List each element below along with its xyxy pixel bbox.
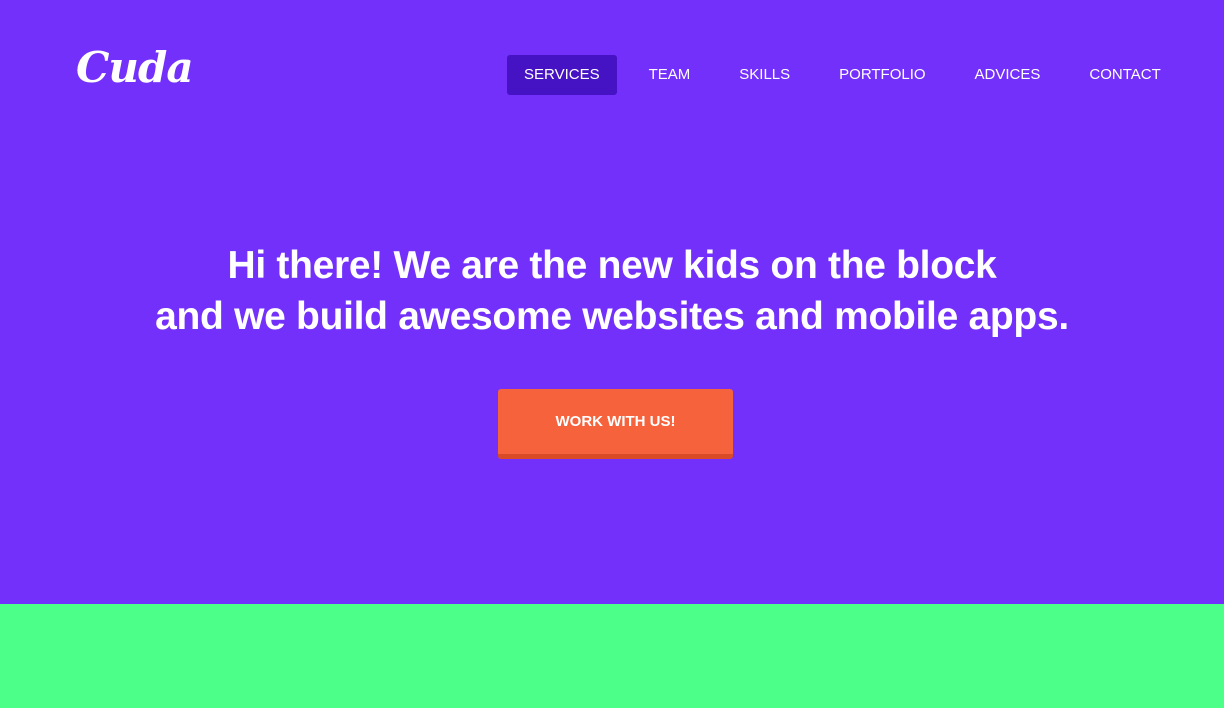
nav-item-advices[interactable]: ADVICES (958, 55, 1058, 95)
nav-item-team[interactable]: TEAM (632, 55, 708, 95)
work-with-us-button[interactable]: WORK WITH US! (498, 389, 733, 459)
main-nav: SERVICES TEAM SKILLS PORTFOLIO ADVICES C… (507, 55, 1178, 95)
nav-item-services[interactable]: SERVICES (507, 55, 617, 95)
cuda-logo[interactable]: Cuda (76, 40, 194, 96)
hero-headline-line2: and we build awesome websites and mobile… (155, 295, 1069, 338)
nav-item-skills[interactable]: SKILLS (722, 55, 807, 95)
hero-headline-line1: Hi there! We are the new kids on the blo… (227, 244, 997, 287)
nav-item-portfolio[interactable]: PORTFOLIO (822, 55, 942, 95)
nav-item-contact[interactable]: CONTACT (1072, 55, 1177, 95)
hero-section: Cuda SERVICES TEAM SKILLS PORTFOLIO ADVI… (0, 0, 1224, 604)
hero-headline: Hi there! We are the new kids on the blo… (0, 240, 1224, 342)
next-section (0, 604, 1224, 708)
